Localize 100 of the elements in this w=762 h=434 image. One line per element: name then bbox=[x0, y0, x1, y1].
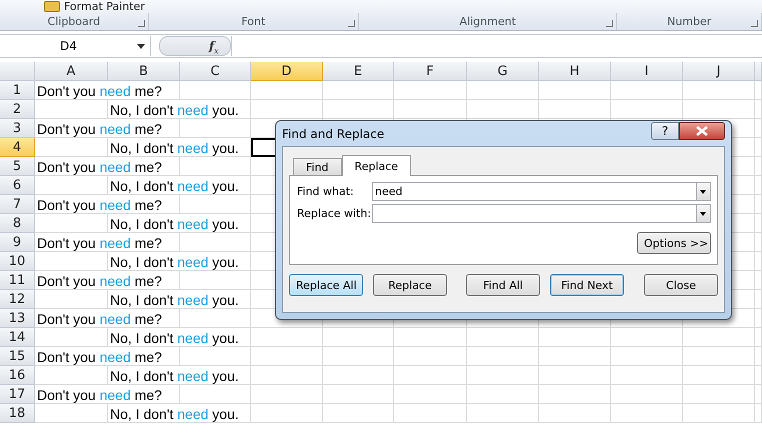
table-cell[interactable] bbox=[323, 328, 394, 347]
table-cell[interactable] bbox=[755, 100, 762, 119]
row-header[interactable]: 1 bbox=[0, 81, 35, 100]
dropdown-caret-icon[interactable] bbox=[696, 204, 711, 223]
table-cell[interactable] bbox=[35, 328, 108, 347]
row-header[interactable]: 16 bbox=[0, 366, 35, 385]
row-header[interactable]: 4 bbox=[0, 138, 35, 157]
table-cell[interactable] bbox=[611, 385, 683, 404]
table-cell[interactable] bbox=[180, 271, 251, 290]
table-cell[interactable] bbox=[251, 347, 323, 366]
table-cell[interactable] bbox=[180, 385, 251, 404]
table-cell[interactable]: Don't you need me? bbox=[35, 271, 180, 290]
table-cell[interactable]: Don't you need me? bbox=[35, 347, 180, 366]
table-cell[interactable] bbox=[323, 366, 394, 385]
row-header[interactable]: 7 bbox=[0, 195, 35, 214]
column-header[interactable]: F bbox=[394, 62, 467, 81]
insert-function-button[interactable]: f$_{x}$ bbox=[209, 38, 219, 54]
table-cell[interactable] bbox=[180, 119, 251, 138]
table-cell[interactable]: Don't you need me? bbox=[35, 385, 180, 404]
column-header[interactable] bbox=[755, 62, 762, 81]
table-cell[interactable] bbox=[539, 328, 611, 347]
table-cell[interactable] bbox=[394, 328, 467, 347]
table-cell[interactable] bbox=[394, 100, 467, 119]
dialog-button[interactable]: Replace All bbox=[289, 274, 363, 296]
table-cell[interactable] bbox=[611, 366, 683, 385]
options-button[interactable]: Options >> bbox=[637, 232, 711, 254]
table-cell[interactable] bbox=[611, 347, 683, 366]
table-cell[interactable] bbox=[755, 233, 762, 252]
table-cell[interactable] bbox=[755, 138, 762, 157]
table-cell[interactable] bbox=[251, 100, 323, 119]
table-cell[interactable] bbox=[323, 81, 394, 100]
table-cell[interactable] bbox=[611, 328, 683, 347]
table-cell[interactable] bbox=[467, 385, 539, 404]
dropdown-caret-icon[interactable] bbox=[696, 182, 711, 201]
row-header[interactable]: 17 bbox=[0, 385, 35, 404]
column-header[interactable]: J bbox=[683, 62, 755, 81]
select-all-corner[interactable] bbox=[0, 62, 35, 81]
table-cell[interactable] bbox=[251, 385, 323, 404]
table-cell[interactable] bbox=[35, 404, 108, 423]
row-header[interactable]: 8 bbox=[0, 214, 35, 233]
column-header[interactable]: I bbox=[611, 62, 683, 81]
table-cell[interactable] bbox=[683, 404, 755, 423]
dialog-button[interactable]: Replace bbox=[373, 274, 447, 296]
table-cell[interactable] bbox=[755, 404, 762, 423]
row-header[interactable]: 18 bbox=[0, 404, 35, 423]
table-cell[interactable] bbox=[755, 176, 762, 195]
table-cell[interactable]: Don't you need me? bbox=[35, 81, 180, 100]
column-header[interactable]: B bbox=[108, 62, 180, 81]
table-cell[interactable] bbox=[611, 404, 683, 423]
table-cell[interactable] bbox=[180, 347, 251, 366]
table-cell[interactable] bbox=[35, 138, 108, 157]
column-header[interactable]: H bbox=[539, 62, 611, 81]
table-cell[interactable] bbox=[323, 100, 394, 119]
table-cell[interactable] bbox=[251, 404, 323, 423]
table-cell[interactable] bbox=[394, 347, 467, 366]
dialog-launcher-icon[interactable] bbox=[348, 20, 356, 27]
table-cell[interactable] bbox=[180, 157, 251, 176]
dialog-button[interactable]: Find All bbox=[466, 274, 540, 296]
dialog-launcher-icon[interactable] bbox=[606, 20, 614, 27]
format-painter-button[interactable]: Format Painter bbox=[44, 0, 145, 13]
row-header[interactable]: 6 bbox=[0, 176, 35, 195]
table-cell[interactable] bbox=[251, 366, 323, 385]
table-cell[interactable] bbox=[323, 347, 394, 366]
table-cell[interactable] bbox=[467, 347, 539, 366]
column-header[interactable]: C bbox=[180, 62, 251, 81]
table-cell[interactable]: Don't you need me? bbox=[35, 119, 180, 138]
column-header[interactable]: D bbox=[251, 62, 323, 81]
table-cell[interactable] bbox=[683, 100, 755, 119]
row-header[interactable]: 13 bbox=[0, 309, 35, 328]
dialog-button[interactable]: Close bbox=[644, 274, 718, 296]
table-cell[interactable] bbox=[539, 100, 611, 119]
table-cell[interactable] bbox=[683, 347, 755, 366]
row-header[interactable]: 15 bbox=[0, 347, 35, 366]
table-cell[interactable] bbox=[683, 385, 755, 404]
table-cell[interactable] bbox=[611, 81, 683, 100]
table-cell[interactable] bbox=[539, 385, 611, 404]
table-cell[interactable] bbox=[467, 100, 539, 119]
table-cell[interactable] bbox=[180, 195, 251, 214]
dialog-launcher-icon[interactable] bbox=[138, 20, 145, 27]
row-header[interactable]: 14 bbox=[0, 328, 35, 347]
help-button[interactable]: ? bbox=[651, 122, 679, 140]
row-header[interactable]: 10 bbox=[0, 252, 35, 271]
table-cell[interactable] bbox=[394, 366, 467, 385]
table-cell[interactable] bbox=[394, 385, 467, 404]
name-box[interactable]: D4 bbox=[0, 36, 151, 56]
row-header[interactable]: 12 bbox=[0, 290, 35, 309]
formula-bar-handle[interactable] bbox=[159, 36, 231, 56]
table-cell[interactable] bbox=[394, 81, 467, 100]
table-cell[interactable] bbox=[755, 347, 762, 366]
tab[interactable]: Find bbox=[293, 158, 342, 175]
dialog-button[interactable]: Find Next bbox=[550, 274, 624, 296]
table-cell[interactable] bbox=[539, 81, 611, 100]
table-cell[interactable] bbox=[755, 195, 762, 214]
table-cell[interactable] bbox=[683, 81, 755, 100]
column-header[interactable]: A bbox=[35, 62, 108, 81]
table-cell[interactable]: Don't you need me? bbox=[35, 233, 180, 252]
table-cell[interactable]: Don't you need me? bbox=[35, 195, 180, 214]
table-cell[interactable] bbox=[35, 366, 108, 385]
table-cell[interactable] bbox=[35, 252, 108, 271]
table-cell[interactable] bbox=[755, 81, 762, 100]
